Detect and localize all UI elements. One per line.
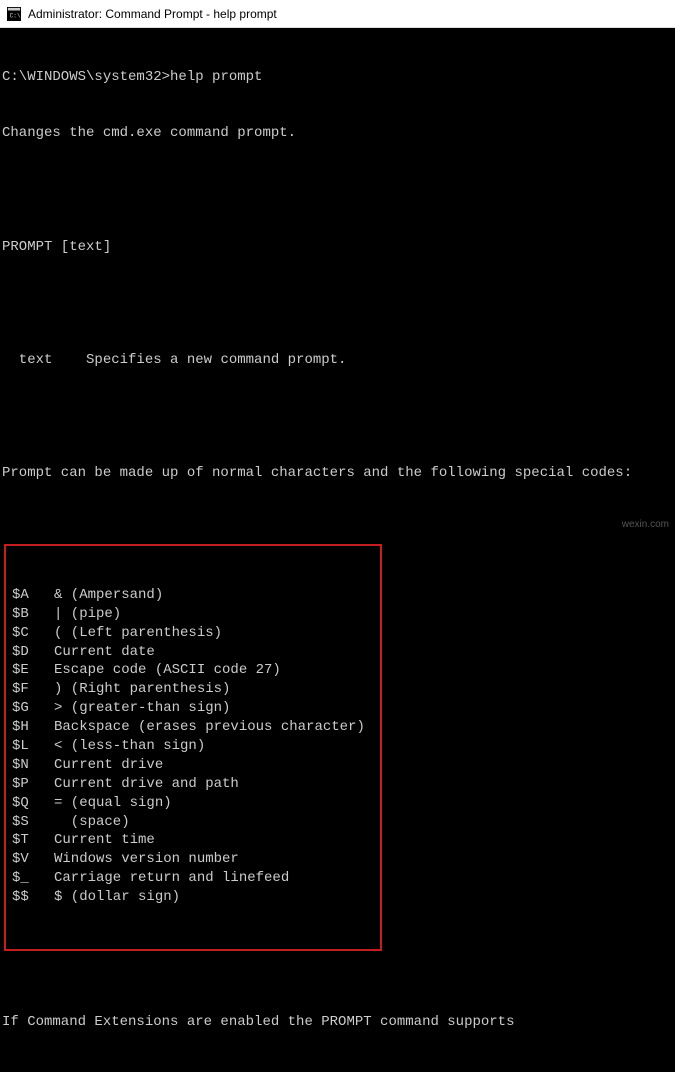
- code-row: $S (space): [12, 813, 374, 832]
- code-desc: ) (Right parenthesis): [54, 680, 374, 699]
- code-key: $B: [12, 605, 54, 624]
- code-row: $PCurrent drive and path: [12, 775, 374, 794]
- code-desc: Current time: [54, 831, 374, 850]
- code-key: $A: [12, 586, 54, 605]
- output-footer2: the following additional formatting char…: [2, 1070, 673, 1072]
- code-desc: Carriage return and linefeed: [54, 869, 374, 888]
- code-key: $N: [12, 756, 54, 775]
- code-row: $F) (Right parenthesis): [12, 680, 374, 699]
- code-desc: (space): [54, 813, 374, 832]
- prompt-path: C:\WINDOWS\system32>: [2, 69, 170, 85]
- blank: [2, 294, 673, 313]
- code-key: $Q: [12, 794, 54, 813]
- code-desc: ( (Left parenthesis): [54, 624, 374, 643]
- code-key: $G: [12, 699, 54, 718]
- code-key: $L: [12, 737, 54, 756]
- code-desc: $ (dollar sign): [54, 888, 374, 907]
- code-desc: = (equal sign): [54, 794, 374, 813]
- svg-text:C:\: C:\: [10, 12, 21, 19]
- code-desc: Backspace (erases previous character): [54, 718, 374, 737]
- code-row: $$$ (dollar sign): [12, 888, 374, 907]
- code-key: $F: [12, 680, 54, 699]
- code-row: $VWindows version number: [12, 850, 374, 869]
- window-titlebar: C:\ Administrator: Command Prompt - help…: [0, 0, 675, 28]
- code-desc: & (Ampersand): [54, 586, 374, 605]
- code-desc: Current drive and path: [54, 775, 374, 794]
- code-key: $P: [12, 775, 54, 794]
- code-row: $G> (greater-than sign): [12, 699, 374, 718]
- code-key: $E: [12, 661, 54, 680]
- output-desc: Changes the cmd.exe command prompt.: [2, 124, 673, 143]
- param-name: text: [2, 352, 86, 368]
- code-key: $H: [12, 718, 54, 737]
- code-key: $T: [12, 831, 54, 850]
- terminal-area[interactable]: C:\WINDOWS\system32>help prompt Changes …: [0, 28, 675, 1072]
- output-syntax: PROMPT [text]: [2, 238, 673, 257]
- code-row: $A& (Ampersand): [12, 586, 374, 605]
- codes-highlight-box: $A& (Ampersand)$B| (pipe)$C( (Left paren…: [4, 544, 382, 951]
- window-title: Administrator: Command Prompt - help pro…: [28, 7, 277, 21]
- code-row: $NCurrent drive: [12, 756, 374, 775]
- code-key: $_: [12, 869, 54, 888]
- code-key: $S: [12, 813, 54, 832]
- blank: [2, 181, 673, 200]
- code-key: $V: [12, 850, 54, 869]
- code-row: $TCurrent time: [12, 831, 374, 850]
- code-row: $B| (pipe): [12, 605, 374, 624]
- code-key: $D: [12, 643, 54, 662]
- cmd-icon: C:\: [6, 6, 22, 22]
- code-row: $C( (Left parenthesis): [12, 624, 374, 643]
- watermark: wexin.com: [622, 519, 669, 530]
- output-intro: Prompt can be made up of normal characte…: [2, 464, 673, 483]
- output-param-row: text Specifies a new command prompt.: [2, 351, 673, 370]
- code-key: $$: [12, 888, 54, 907]
- command-line: C:\WINDOWS\system32>help prompt: [2, 68, 673, 87]
- code-desc: Escape code (ASCII code 27): [54, 661, 374, 680]
- code-key: $C: [12, 624, 54, 643]
- code-row: $Q= (equal sign): [12, 794, 374, 813]
- code-row: $L< (less-than sign): [12, 737, 374, 756]
- code-row: $DCurrent date: [12, 643, 374, 662]
- code-desc: > (greater-than sign): [54, 699, 374, 718]
- param-desc: Specifies a new command prompt.: [86, 352, 346, 368]
- code-row: $_Carriage return and linefeed: [12, 869, 374, 888]
- typed-command: help prompt: [170, 69, 262, 85]
- code-desc: Windows version number: [54, 850, 374, 869]
- code-desc: < (less-than sign): [54, 737, 374, 756]
- code-desc: Current date: [54, 643, 374, 662]
- output-footer1: If Command Extensions are enabled the PR…: [2, 1013, 673, 1032]
- code-row: $EEscape code (ASCII code 27): [12, 661, 374, 680]
- code-desc: | (pipe): [54, 605, 374, 624]
- blank: [2, 408, 673, 427]
- code-row: $HBackspace (erases previous character): [12, 718, 374, 737]
- code-desc: Current drive: [54, 756, 374, 775]
